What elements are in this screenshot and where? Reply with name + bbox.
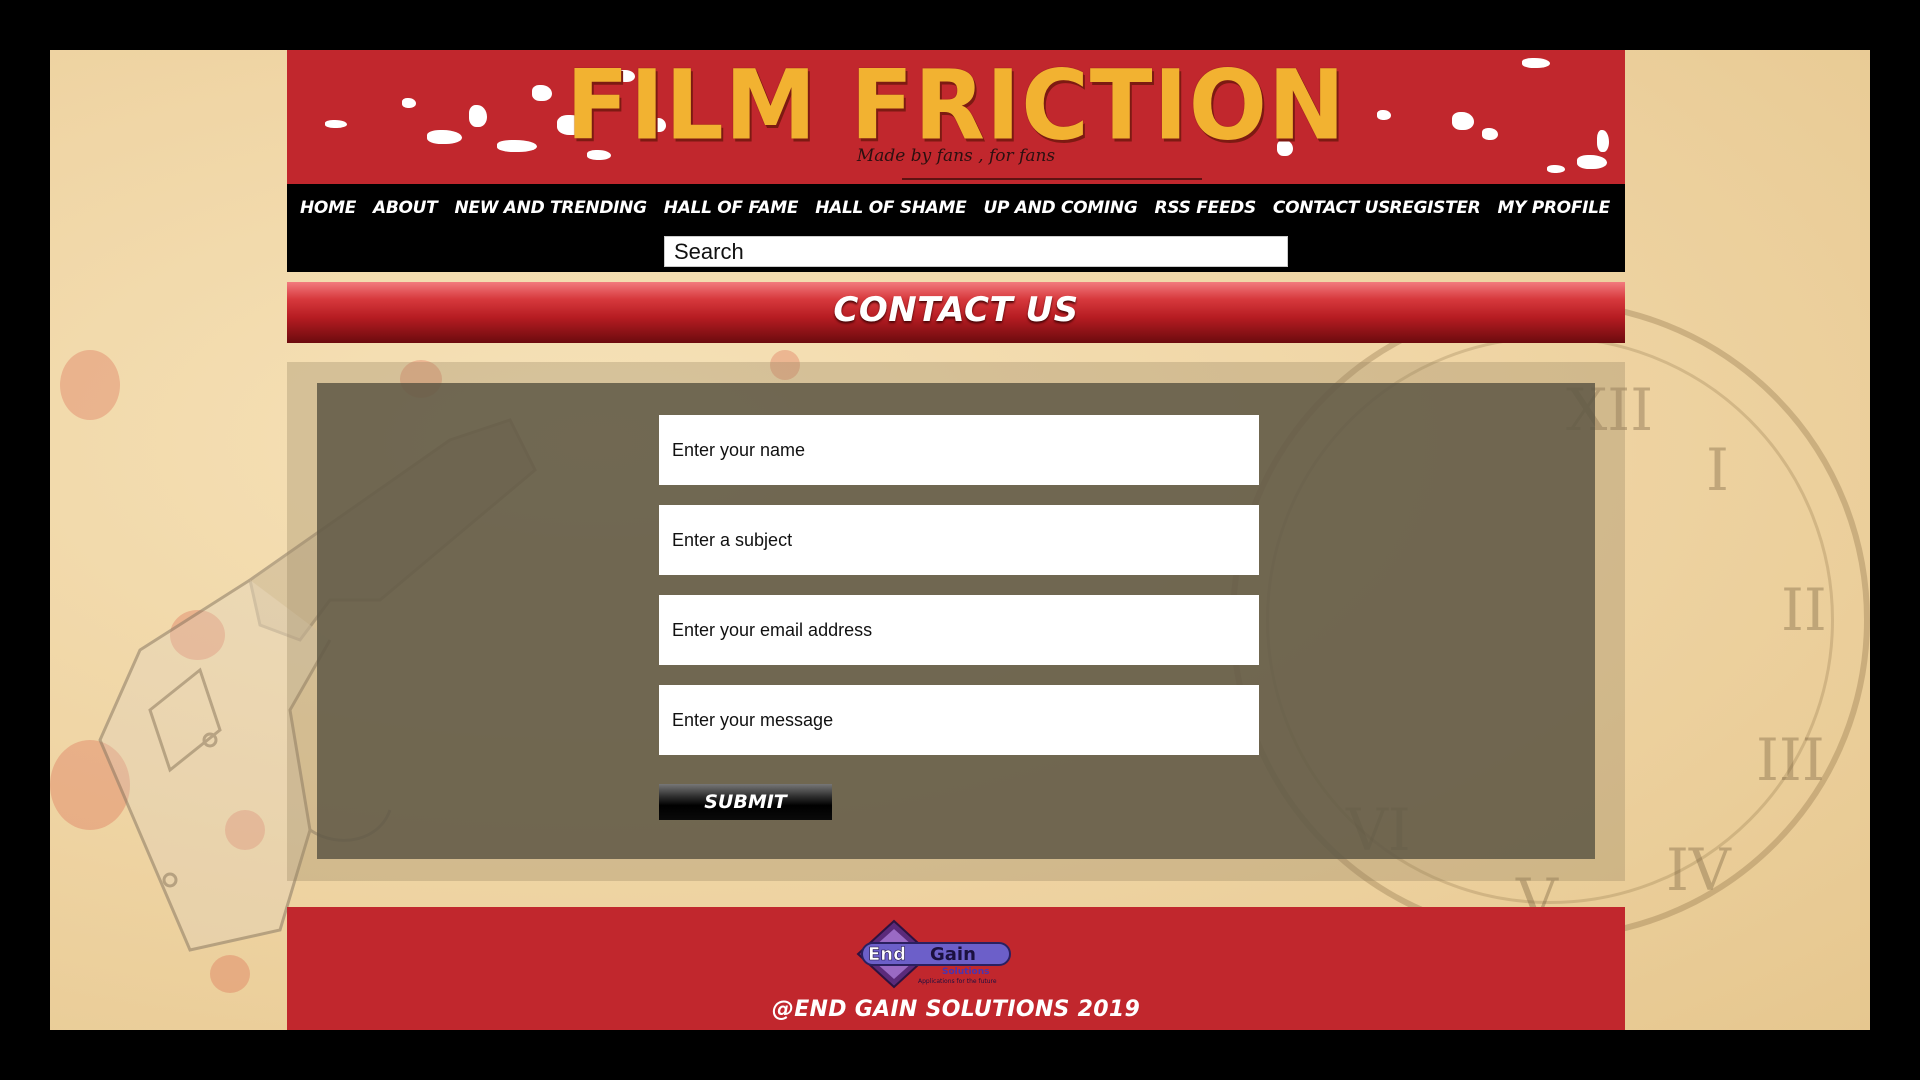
message-field[interactable] [659,685,1259,755]
email-field[interactable] [659,595,1259,665]
footer-copyright: @END GAIN SOLUTIONS 2019 [771,997,1141,1022]
main-nav: HOME ABOUT NEW AND TRENDING HALL OF FAME… [287,184,1625,272]
nav-up-and-coming[interactable]: UP AND COMING [983,198,1137,218]
page-background: XII I II III IV V VI [50,50,1870,1030]
nav-hall-of-fame[interactable]: HALL OF FAME [664,198,799,218]
nav-new-and-trending[interactable]: NEW AND TRENDING [454,198,647,218]
nav-home[interactable]: HOME [300,198,356,218]
tagline-underline [902,178,1202,180]
clock-numeral: I [1706,436,1729,504]
subject-field[interactable] [659,505,1259,575]
nav-my-profile[interactable]: MY PROFILE [1497,198,1610,218]
contact-form: SUBMIT [317,383,1595,859]
submit-button[interactable]: SUBMIT [659,784,832,820]
contact-form-panel: SUBMIT [287,362,1625,881]
page-heading-bar: CONTACT US [287,282,1625,343]
name-field[interactable] [659,415,1259,485]
page-title: CONTACT US [833,290,1079,330]
nav-rss-feeds[interactable]: RSS FEEDS [1155,198,1257,218]
nav-contact-us[interactable]: CONTACT US [1273,198,1390,218]
nav-hall-of-shame[interactable]: HALL OF SHAME [815,198,967,218]
logo-text-slogan: Applications for the future [918,978,997,985]
nav-register[interactable]: REGISTER [1389,198,1480,218]
clock-numeral: IV [1666,836,1731,904]
paint-splatter [1547,165,1565,173]
logo-text-solutions: Solutions [942,967,990,977]
clock-numeral: II [1781,576,1827,644]
logo-text-end: End [868,944,906,965]
site-tagline: Made by fans , for fans [856,146,1056,166]
nav-left-group: HOME ABOUT NEW AND TRENDING HALL OF FAME… [300,198,1390,218]
nav-right-group: REGISTER MY PROFILE [1389,198,1610,218]
site-title: FILM FRICTION [566,50,1346,162]
site-banner: FILM FRICTION Made by fans , for fans [287,50,1625,184]
logo-text-gain: Gain [930,944,976,965]
main-container: FILM FRICTION Made by fans , for fans HO… [287,50,1625,1030]
site-footer: End Gain Solutions Applications for the … [287,907,1625,1030]
end-gain-solutions-logo: End Gain Solutions Applications for the … [856,919,1011,989]
clock-numeral: III [1756,726,1825,794]
search-input[interactable] [664,236,1288,267]
nav-about[interactable]: ABOUT [373,198,438,218]
